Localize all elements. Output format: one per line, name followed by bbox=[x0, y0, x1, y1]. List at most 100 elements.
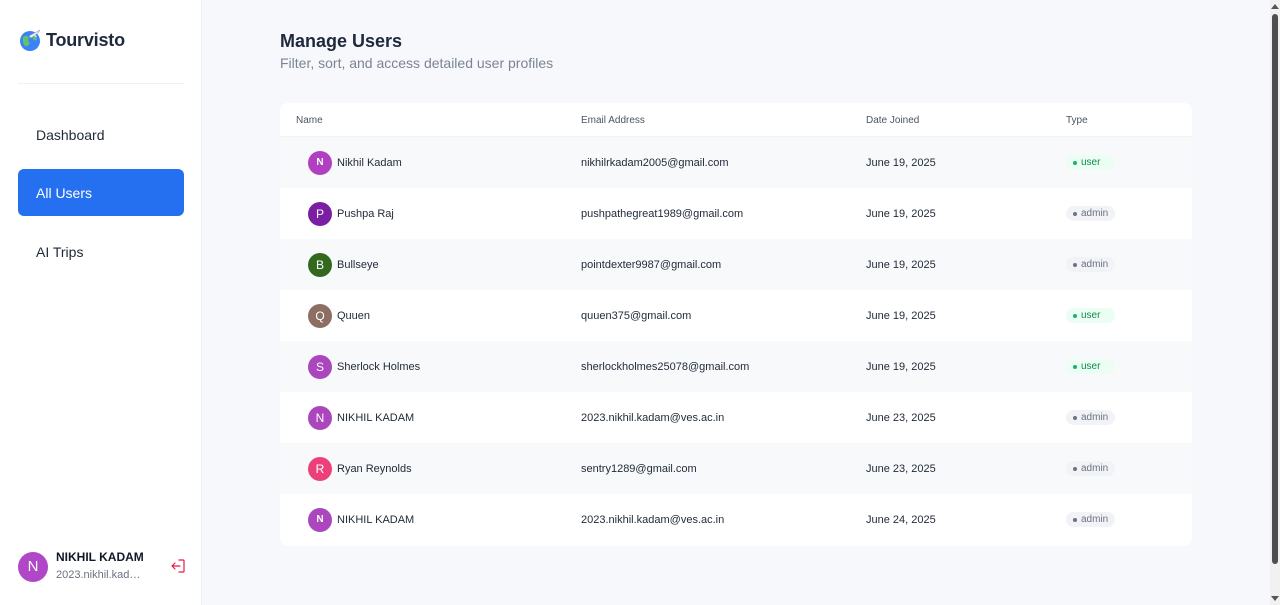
sidebar-item-label: Dashboard bbox=[36, 126, 105, 143]
brand[interactable]: Tourvisto bbox=[18, 28, 125, 52]
column-header-name[interactable]: Name bbox=[296, 115, 323, 126]
status-badge: user bbox=[1066, 359, 1115, 374]
name-cell: P Pushpa Raj bbox=[308, 188, 394, 239]
badge-label: admin bbox=[1081, 259, 1109, 270]
avatar: N bbox=[308, 405, 332, 430]
column-header-date[interactable]: Date Joined bbox=[866, 115, 919, 126]
badge-label: admin bbox=[1081, 208, 1109, 219]
table-row[interactable]: N NIKHIL KADAM 2023.nikhil.kadam@ves.ac.… bbox=[280, 494, 1192, 545]
date-cell: June 19, 2025 bbox=[866, 258, 936, 271]
type-cell: admin bbox=[1066, 494, 1115, 545]
users-table: Name Email Address Date Joined Type N Ni… bbox=[280, 103, 1192, 546]
date-cell: June 23, 2025 bbox=[866, 462, 936, 475]
table-row[interactable]: Q Quuen quuen375@gmail.com June 19, 2025… bbox=[280, 290, 1192, 341]
user-name: Nikhil Kadam bbox=[337, 156, 402, 169]
user-name: Bullseye bbox=[337, 258, 379, 271]
name-cell: R Ryan Reynolds bbox=[308, 443, 412, 494]
name-cell: S Sherlock Holmes bbox=[308, 341, 420, 392]
user-name: Sherlock Holmes bbox=[337, 360, 421, 373]
page-title: Manage Users bbox=[280, 31, 403, 51]
page-header: Manage Users Filter, sort, and access de… bbox=[280, 30, 553, 71]
sidebar-item-label: AI Trips bbox=[36, 243, 84, 260]
email-cell: 2023.nikhil.kadam@ves.ac.in bbox=[581, 513, 725, 526]
name-cell: N NIKHIL KADAM bbox=[308, 494, 414, 545]
sidebar-item-all-users[interactable]: All Users bbox=[18, 169, 184, 216]
avatar: S bbox=[308, 354, 332, 379]
status-badge: user bbox=[1066, 155, 1115, 170]
dot-icon bbox=[1073, 262, 1077, 267]
date-cell: June 24, 2025 bbox=[866, 513, 936, 526]
user-name: NIKHIL KADAM bbox=[337, 513, 415, 526]
badge-label: admin bbox=[1081, 514, 1109, 525]
scroll-thumb[interactable] bbox=[1272, 14, 1278, 564]
scroll-up-icon[interactable] bbox=[1271, 4, 1279, 9]
sidebar-item-ai-trips[interactable]: AI Trips bbox=[18, 228, 184, 275]
user-profile: N NIKHIL KADAM 2023.nikhil.kadam@ves.ac.… bbox=[18, 550, 185, 583]
avatar: B bbox=[308, 252, 332, 277]
table-header: Name Email Address Date Joined Type bbox=[280, 103, 1192, 137]
user-name: Quuen bbox=[337, 309, 371, 322]
avatar: P bbox=[308, 201, 332, 226]
badge-label: admin bbox=[1081, 412, 1109, 423]
email-cell: 2023.nikhil.kadam@ves.ac.in bbox=[581, 411, 725, 424]
table-row[interactable]: R Ryan Reynolds sentry1289@gmail.com Jun… bbox=[280, 443, 1192, 494]
status-badge: admin bbox=[1066, 206, 1115, 221]
avatar: N bbox=[308, 507, 332, 532]
brand-name: Tourvisto bbox=[46, 29, 125, 50]
badge-label: user bbox=[1081, 310, 1101, 321]
type-cell: user bbox=[1066, 290, 1115, 341]
table-row[interactable]: N Nikhil Kadam nikhilrkadam2005@gmail.co… bbox=[280, 137, 1192, 188]
dot-icon bbox=[1073, 211, 1077, 216]
column-header-type[interactable]: Type bbox=[1066, 115, 1088, 126]
type-cell: user bbox=[1066, 137, 1115, 188]
dot-icon bbox=[1073, 313, 1077, 318]
dot-icon bbox=[1073, 466, 1077, 471]
type-cell: admin bbox=[1066, 188, 1115, 239]
table-row[interactable]: B Bullseye pointdexter9987@gmail.com Jun… bbox=[280, 239, 1192, 290]
type-cell: user bbox=[1066, 341, 1115, 392]
email-cell: sentry1289@gmail.com bbox=[581, 462, 697, 475]
name-cell: B Bullseye bbox=[308, 239, 379, 290]
table-row[interactable]: P Pushpa Raj pushpathegreat1989@gmail.co… bbox=[280, 188, 1192, 239]
type-cell: admin bbox=[1066, 392, 1115, 443]
date-cell: June 19, 2025 bbox=[866, 309, 936, 322]
date-cell: June 23, 2025 bbox=[866, 411, 936, 424]
sidebar-item-dashboard[interactable]: Dashboard bbox=[18, 111, 184, 158]
name-cell: Q Quuen bbox=[308, 290, 370, 341]
date-cell: June 19, 2025 bbox=[866, 207, 936, 220]
scrollbar[interactable] bbox=[1270, 0, 1280, 605]
profile-email: 2023.nikhil.kadam@ves.ac.in bbox=[56, 569, 144, 581]
profile-info: NIKHIL KADAM 2023.nikhil.kadam@ves.ac.in bbox=[56, 550, 144, 583]
globe-plane-icon bbox=[20, 29, 41, 51]
user-name: Pushpa Raj bbox=[337, 207, 394, 220]
type-cell: admin bbox=[1066, 443, 1115, 494]
dot-icon bbox=[1073, 364, 1077, 369]
avatar[interactable]: N bbox=[18, 551, 48, 582]
email-cell: pushpathegreat1989@gmail.com bbox=[581, 207, 744, 220]
logout-button[interactable] bbox=[168, 556, 188, 576]
badge-label: user bbox=[1081, 361, 1101, 372]
name-cell: N NIKHIL KADAM bbox=[308, 392, 414, 443]
status-badge: admin bbox=[1066, 410, 1115, 425]
dot-icon bbox=[1073, 415, 1077, 420]
sidebar-item-label: All Users bbox=[36, 184, 93, 201]
dot-icon bbox=[1073, 517, 1077, 522]
avatar: R bbox=[308, 456, 332, 481]
name-cell: N Nikhil Kadam bbox=[308, 137, 402, 188]
type-cell: admin bbox=[1066, 239, 1115, 290]
table-row[interactable]: S Sherlock Holmes sherlockholmes25078@gm… bbox=[280, 341, 1192, 392]
status-badge: user bbox=[1066, 308, 1115, 323]
sidebar: Tourvisto Dashboard All Users AI Trips N… bbox=[0, 0, 202, 605]
user-name: Ryan Reynolds bbox=[337, 462, 412, 475]
profile-name: NIKHIL KADAM bbox=[56, 550, 144, 564]
status-badge: admin bbox=[1066, 257, 1115, 272]
date-cell: June 19, 2025 bbox=[866, 156, 936, 169]
column-header-email[interactable]: Email Address bbox=[581, 115, 645, 126]
table-row[interactable]: N NIKHIL KADAM 2023.nikhil.kadam@ves.ac.… bbox=[280, 392, 1192, 443]
dot-icon bbox=[1073, 160, 1077, 165]
page-subtitle: Filter, sort, and access detailed user p… bbox=[280, 55, 554, 71]
email-cell: pointdexter9987@gmail.com bbox=[581, 258, 722, 271]
status-badge: admin bbox=[1066, 461, 1115, 476]
date-cell: June 19, 2025 bbox=[866, 360, 936, 373]
scroll-down-icon[interactable] bbox=[1271, 596, 1279, 601]
